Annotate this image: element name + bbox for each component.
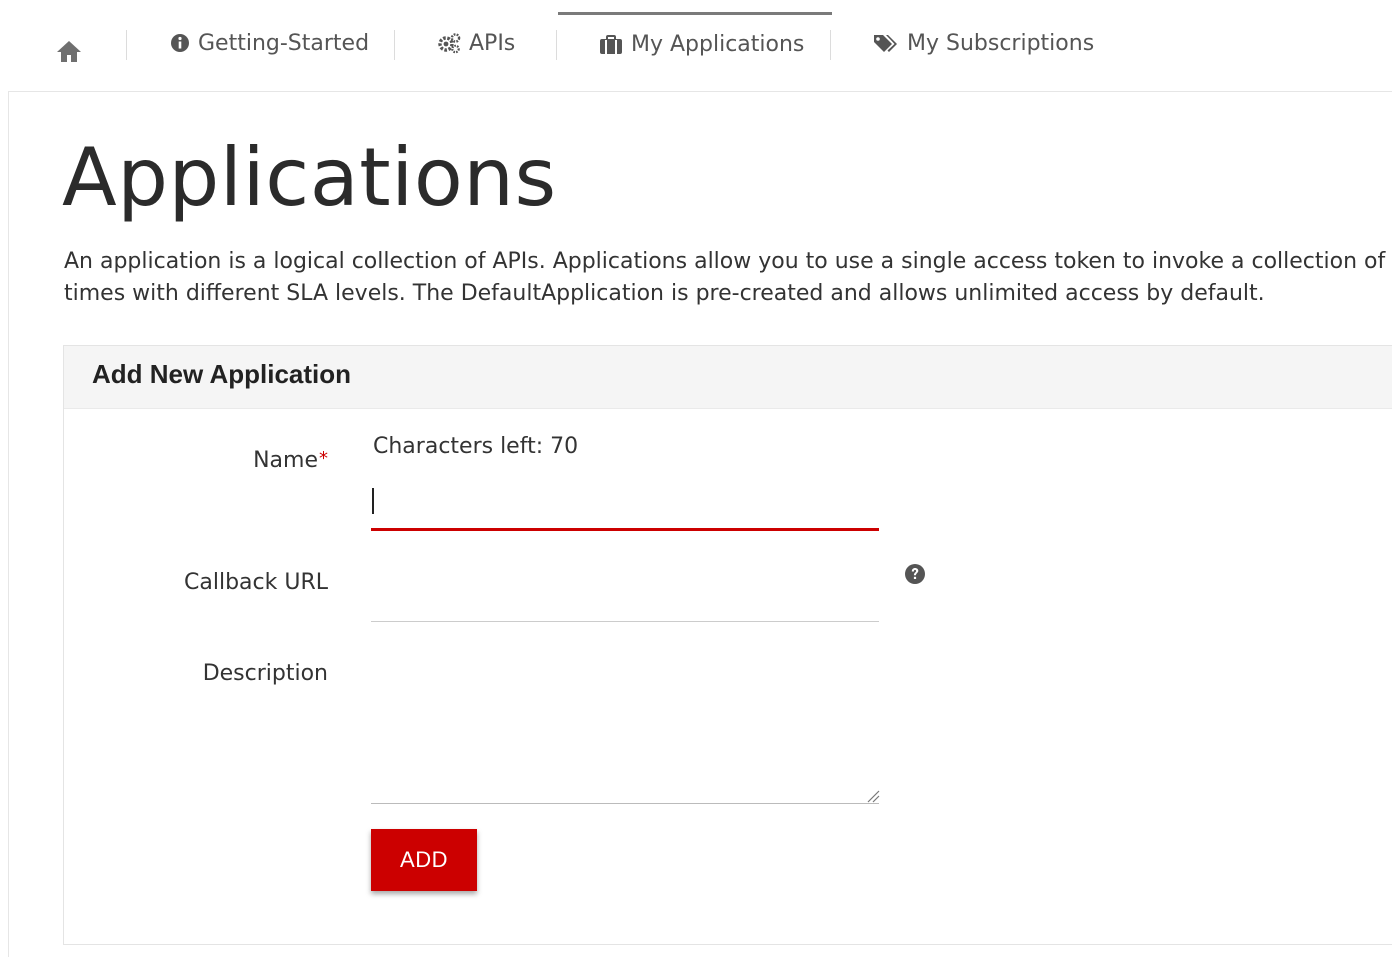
page-description-line: An application is a logical collection o… [64,249,1392,274]
nav-tab-label: Getting-Started [198,30,370,56]
description-textarea[interactable] [371,664,879,804]
name-input[interactable] [371,479,879,531]
nav-tab-label: My Applications [631,32,805,57]
home-icon[interactable] [54,36,84,66]
description-label: Description [202,661,328,686]
page-title: Applications [62,131,557,224]
nav-tab-label: APIs [469,30,516,56]
page-description: An application is a logical collection o… [64,246,1392,310]
question-circle-icon[interactable] [904,563,926,585]
nav-tab-my-applications[interactable]: My Applications [558,12,832,74]
required-mark: * [319,448,328,469]
content-left-border [8,92,9,957]
nav-tab-apis[interactable]: APIs [437,12,515,74]
panel-header: Add New Application [64,346,1392,409]
page-description-line: times with different SLA levels. The Def… [64,281,1265,306]
nav-divider [394,30,395,60]
nav-tab-my-subscriptions[interactable]: My Subscriptions [873,12,1094,74]
resize-handle-icon[interactable] [866,788,880,803]
top-navigation: Getting-Started APIs My Applications My … [0,0,1392,92]
nav-divider [556,30,557,60]
characters-left-counter: Characters left: 70 [373,434,579,459]
nav-divider [830,30,831,60]
text-cursor [372,488,374,514]
cogs-icon [437,32,461,54]
info-circle-icon [170,33,190,53]
nav-tab-getting-started[interactable]: Getting-Started [170,12,369,74]
panel-title: Add New Application [92,359,352,389]
callback-url-label: Callback URL [184,570,328,595]
name-label-text: Name [253,448,318,473]
callback-url-input[interactable] [371,572,879,622]
tags-icon [873,33,899,53]
nav-bottom-border [8,91,1392,92]
add-application-panel: Add New Application Name* Characters lef… [63,345,1392,945]
nav-tab-label: My Subscriptions [907,30,1095,56]
add-button[interactable]: ADD [371,829,477,891]
nav-divider [126,30,127,60]
name-label: Name* [253,448,328,473]
briefcase-icon [599,34,623,55]
